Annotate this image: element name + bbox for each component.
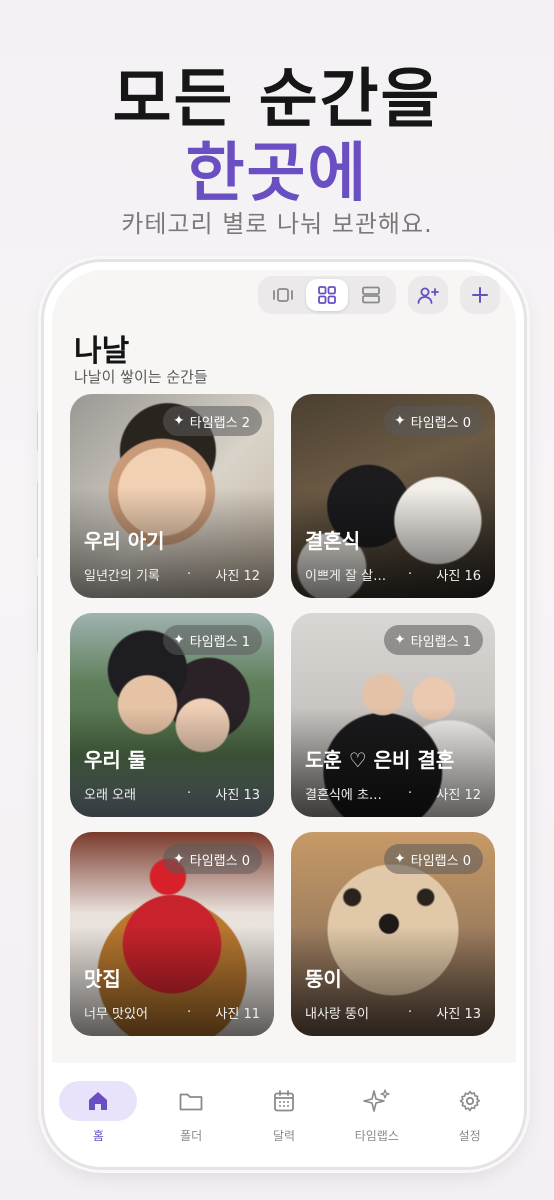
album-subtitle: 나날이 쌓이는 순간들 — [74, 368, 208, 386]
add-member-button[interactable] — [408, 276, 448, 314]
photo-count: 사진 13 — [215, 788, 260, 803]
sparkle-icon: ✦ — [173, 851, 185, 867]
meta-separator: · — [408, 567, 413, 582]
timelapse-badge: ✦ 타임랩스 2 — [163, 406, 262, 436]
nav-pill — [338, 1081, 416, 1121]
badge-label: 타임랩스 2 — [189, 415, 250, 431]
album-card-wedding[interactable]: ✦ 타임랩스 0 결혼식 이쁘게 잘 살… · 사진 16 — [291, 394, 495, 598]
photo-count: 사진 12 — [436, 788, 481, 803]
list-view-icon — [362, 286, 380, 304]
badge-label: 타임랩스 0 — [189, 853, 250, 869]
carousel-view-button[interactable] — [262, 279, 304, 311]
badge-label: 타임랩스 1 — [410, 634, 471, 650]
card-title: 우리 아기 — [84, 529, 165, 553]
nav-pill — [152, 1081, 230, 1121]
nav-label: 홈 — [92, 1129, 104, 1143]
sparkle-icon: ✦ — [173, 413, 185, 429]
badge-label: 타임랩스 0 — [410, 853, 471, 869]
nav-item-timelapse[interactable]: 타임랩스 — [330, 1063, 423, 1159]
card-title: 결혼식 — [305, 529, 361, 553]
badge-label: 타임랩스 0 — [410, 415, 471, 431]
photo-count: 사진 12 — [215, 569, 260, 584]
card-title: 우리 둘 — [84, 748, 147, 772]
timelapse-badge: ✦ 타임랩스 1 — [163, 625, 262, 655]
badge-label: 타임랩스 1 — [189, 634, 250, 650]
card-meta: 이쁘게 잘 살… · 사진 16 — [305, 565, 481, 584]
calendar-icon — [274, 1090, 294, 1112]
card-meta: 일년간의 기록 · 사진 12 — [84, 565, 260, 584]
card-meta: 결혼식에 초… · 사진 12 — [305, 784, 481, 803]
nav-pill — [59, 1081, 138, 1121]
card-meta: 내사랑 뚱이 · 사진 13 — [305, 1003, 481, 1022]
card-desc: 오래 오래 — [84, 788, 136, 803]
nav-pill — [245, 1081, 323, 1121]
photo-count: 사진 11 — [215, 1007, 260, 1022]
album-card-food[interactable]: ✦ 타임랩스 0 맛집 너무 맛있어 · 사진 11 — [70, 832, 274, 1036]
nav-item-home[interactable]: 홈 — [52, 1063, 145, 1159]
timelapse-badge: ✦ 타임랩스 0 — [384, 406, 483, 436]
add-member-icon — [417, 287, 439, 304]
card-title: 뚱이 — [305, 967, 342, 991]
card-desc: 이쁘게 잘 살… — [305, 569, 387, 584]
card-meta: 너무 맛있어 · 사진 11 — [84, 1003, 260, 1022]
timelapse-badge: ✦ 타임랩스 0 — [163, 844, 262, 874]
meta-separator: · — [187, 786, 192, 801]
grid-view-icon — [318, 286, 336, 304]
sparkle-icon: ✦ — [394, 851, 406, 867]
phone-side-button — [37, 410, 43, 452]
card-title: 도훈 ♡ 은비 결혼 — [305, 748, 455, 772]
card-meta: 오래 오래 · 사진 13 — [84, 784, 260, 803]
sparkle-icon: ✦ — [394, 632, 406, 648]
nav-item-calendar[interactable]: 달력 — [238, 1063, 331, 1159]
folder-icon — [179, 1093, 203, 1111]
album-title: 나날 — [74, 334, 130, 369]
nav-label: 폴더 — [180, 1129, 203, 1143]
nav-label: 설정 — [458, 1129, 481, 1143]
card-desc: 내사랑 뚱이 — [305, 1007, 369, 1022]
photo-count: 사진 13 — [436, 1007, 481, 1022]
grid-view-button[interactable] — [306, 279, 348, 311]
meta-separator: · — [187, 1005, 192, 1020]
view-mode-toggle — [258, 276, 396, 314]
app-screen: 나날 나날이 쌓이는 순간들 ✦ 타임랩스 2 우리 아기 일년간의 기록 · 사진 … — [52, 270, 516, 1159]
photo-count: 사진 16 — [436, 569, 481, 584]
nav-label: 달력 — [272, 1129, 296, 1143]
plus-icon — [472, 287, 488, 303]
timelapse-badge: ✦ 타임랩스 1 — [384, 625, 483, 655]
album-card-wedding-2[interactable]: ✦ 타임랩스 1 도훈 ♡ 은비 결혼 결혼식에 초… · 사진 12 — [291, 613, 495, 817]
card-desc: 일년간의 기록 — [84, 569, 160, 584]
subheadline: 카테고리 별로 나눠 보관해요. — [121, 210, 433, 238]
headline-line2: 한곳에 — [185, 137, 369, 211]
list-view-button[interactable] — [350, 279, 392, 311]
card-title: 맛집 — [84, 967, 121, 991]
meta-separator: · — [187, 567, 192, 582]
meta-separator: · — [408, 786, 413, 801]
album-card-baby[interactable]: ✦ 타임랩스 2 우리 아기 일년간의 기록 · 사진 12 — [70, 394, 274, 598]
phone-volume-up — [37, 480, 43, 560]
sparkle-icon — [362, 1089, 390, 1112]
sparkle-icon: ✦ — [173, 632, 185, 648]
bottom-nav: 홈 폴더 달력 타임랩스 설정 — [52, 1063, 516, 1159]
home-icon — [89, 1092, 108, 1110]
card-desc: 결혼식에 초… — [305, 788, 382, 803]
carousel-view-icon — [273, 288, 293, 302]
gear-icon — [459, 1090, 480, 1112]
nav-pill — [431, 1081, 509, 1121]
sparkle-icon: ✦ — [394, 413, 406, 429]
phone-frame: 나날 나날이 쌓이는 순간들 ✦ 타임랩스 2 우리 아기 일년간의 기록 · 사진 … — [44, 262, 524, 1167]
nav-label: 타임랩스 — [354, 1129, 399, 1143]
add-button[interactable] — [460, 276, 500, 314]
top-toolbar — [52, 270, 516, 318]
album-card-dog[interactable]: ✦ 타임랩스 0 뚱이 내사랑 뚱이 · 사진 13 — [291, 832, 495, 1036]
timelapse-badge: ✦ 타임랩스 0 — [384, 844, 483, 874]
card-desc: 너무 맛있어 — [84, 1007, 148, 1022]
nav-item-settings[interactable]: 설정 — [423, 1063, 516, 1159]
meta-separator: · — [408, 1005, 413, 1020]
album-card-couple[interactable]: ✦ 타임랩스 1 우리 둘 오래 오래 · 사진 13 — [70, 613, 274, 817]
phone-volume-down — [37, 574, 43, 654]
nav-item-folder[interactable]: 폴더 — [145, 1063, 238, 1159]
